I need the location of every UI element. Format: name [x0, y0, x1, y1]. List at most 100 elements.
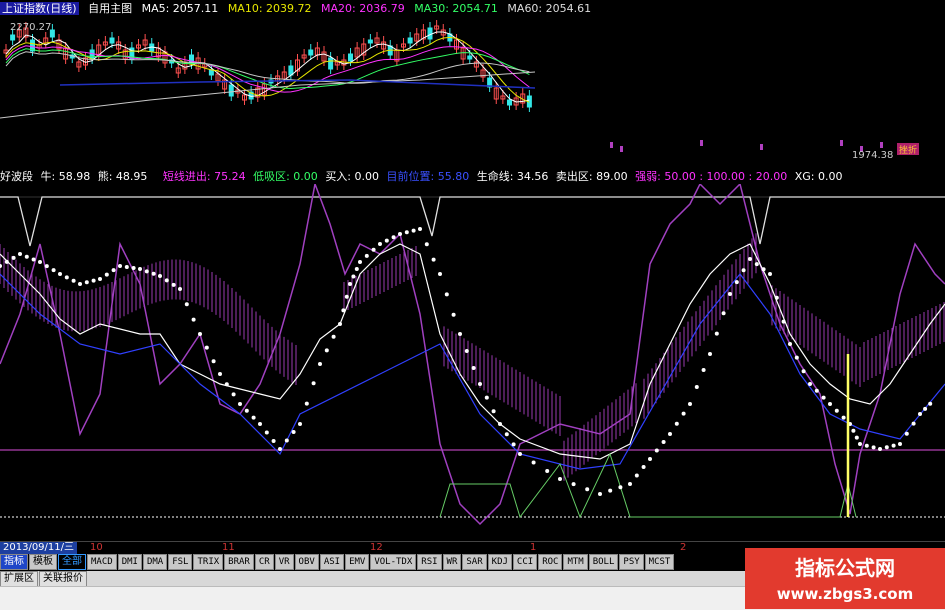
lifeline-dot	[928, 401, 933, 406]
indicator-item: XG: 0.00	[794, 170, 843, 183]
low-price-label: 1974.38	[852, 150, 893, 161]
lifeline-dot	[298, 422, 302, 426]
tab-psy[interactable]: PSY	[619, 554, 644, 570]
lifeline-dot	[648, 457, 652, 461]
lifeline-dot	[4, 259, 9, 264]
lifeline-dot	[164, 278, 169, 283]
candle-body	[89, 49, 95, 60]
lifeline-dot	[51, 268, 56, 273]
indicator-header: 好波段 牛: 58.98 熊: 48.95 短线进出: 75.24 低吸区: 0…	[0, 168, 945, 184]
lifeline-dot	[18, 252, 22, 256]
tab-related-quotes[interactable]: 关联报价	[39, 571, 87, 587]
security-title[interactable]: 上证指数(日线)	[0, 2, 79, 15]
price-chart[interactable]: 2270.27 1974.38 挫折	[0, 0, 945, 168]
tab-cci[interactable]: CCI	[512, 554, 538, 570]
tab-dma[interactable]: DMA	[142, 554, 168, 570]
lifeline-dot	[688, 402, 692, 406]
lifeline-dot	[741, 268, 746, 273]
lifeline-dot	[38, 260, 42, 264]
lifeline-dot	[661, 440, 666, 444]
tab-obv[interactable]: OBV	[294, 554, 319, 570]
lifeline-dot	[318, 362, 322, 366]
lifeline-dot	[444, 292, 449, 297]
lifeline-dot	[498, 422, 502, 426]
tab-fsl[interactable]: FSL	[168, 554, 193, 570]
lifeline-dot	[545, 469, 550, 473]
tab-rsi[interactable]: RSI	[417, 554, 442, 570]
indicator-item: 短线进出: 75.24	[162, 170, 246, 183]
lifeline-dot	[424, 242, 429, 247]
lifeline-dot	[598, 492, 602, 496]
tab-mcst[interactable]: MCST	[644, 554, 675, 570]
lifeline-dot	[801, 369, 806, 374]
lifeline-dot	[138, 267, 142, 271]
lifeline-dot	[238, 402, 242, 406]
ma10-value: MA10: 2039.72	[227, 2, 312, 15]
lifeline-dot	[331, 334, 336, 339]
indicator-chart[interactable]	[0, 184, 945, 540]
lifeline-dot	[768, 272, 772, 276]
tab-extension-area[interactable]: 扩展区	[0, 571, 38, 587]
candle-body	[407, 37, 413, 44]
lifeline-dot	[191, 317, 196, 322]
lifeline-dot	[864, 443, 869, 448]
indicator-item: 买入: 0.00	[325, 170, 380, 183]
lifeline-dot	[384, 238, 389, 243]
lifeline-dot	[354, 267, 359, 272]
indicator-item: 低吸区: 0.00	[253, 170, 318, 183]
lifeline-dot	[681, 411, 686, 416]
bull-value: 牛: 58.98	[40, 170, 91, 183]
tab-roc[interactable]: ROC	[538, 554, 563, 570]
tab-mtm[interactable]: MTM	[563, 554, 588, 570]
indicator-item: 强弱: 50.00 : 100.00 : 20.00	[635, 170, 788, 183]
lifeline-dot	[854, 435, 859, 440]
tab-cr[interactable]: CR	[254, 554, 274, 570]
tab-kdj[interactable]: KDJ	[487, 554, 512, 570]
tab-asi[interactable]: ASI	[319, 554, 345, 570]
event-tag: 挫折	[899, 144, 917, 156]
lifeline-dot	[371, 247, 376, 252]
lifeline-dot	[518, 452, 522, 456]
lifeline-dot	[761, 267, 766, 272]
lifeline-dot	[71, 278, 76, 283]
tab-vr[interactable]: VR	[274, 554, 294, 570]
tab-dmi[interactable]: DMI	[117, 554, 142, 570]
lifeline-dot	[701, 368, 706, 372]
tab-macd[interactable]: MACD	[87, 554, 117, 570]
lifeline-dot	[841, 415, 846, 420]
lifeline-dot	[398, 232, 402, 236]
tab-brar[interactable]: BRAR	[224, 554, 254, 570]
lifeline-dot	[151, 271, 156, 276]
lifeline-dot	[654, 448, 659, 453]
indicator-item: 生命线: 34.56	[476, 170, 549, 183]
price-mark	[620, 146, 623, 152]
lifeline-dot	[878, 447, 882, 451]
lifeline-dot	[431, 257, 436, 262]
lifeline-dot	[348, 282, 352, 286]
lifeline-dot	[391, 235, 396, 240]
price-mark	[610, 142, 613, 148]
tab-trix[interactable]: TRIX	[193, 554, 224, 570]
candle-body	[427, 27, 433, 40]
tab-sar[interactable]: SAR	[462, 554, 487, 570]
tab-emv[interactable]: EMV	[345, 554, 370, 570]
lifeline-dot	[118, 264, 122, 268]
tab-indicator[interactable]: 指标	[0, 554, 28, 570]
tab-all[interactable]: 全部	[58, 554, 86, 570]
tab-boll[interactable]: BOLL	[588, 554, 619, 570]
lifeline-dot	[734, 280, 739, 285]
tab-template[interactable]: 模板	[29, 554, 57, 570]
lifeline-dot	[378, 242, 382, 246]
axis-tick: 12	[370, 542, 383, 553]
axis-tick: 10	[90, 542, 103, 553]
lifeline-dot	[184, 302, 189, 307]
indicator-name[interactable]: 好波段	[0, 170, 33, 183]
tab-vol-tdx[interactable]: VOL-TDX	[370, 554, 417, 570]
price-mark	[700, 140, 703, 146]
tab-wr[interactable]: WR	[442, 554, 462, 570]
axis-tick: 2	[680, 542, 687, 553]
lifeline-dot	[458, 332, 462, 336]
lifeline-dot	[251, 415, 256, 420]
lifeline-dot	[358, 260, 362, 264]
chart-mode[interactable]: 自用主图	[88, 2, 132, 15]
